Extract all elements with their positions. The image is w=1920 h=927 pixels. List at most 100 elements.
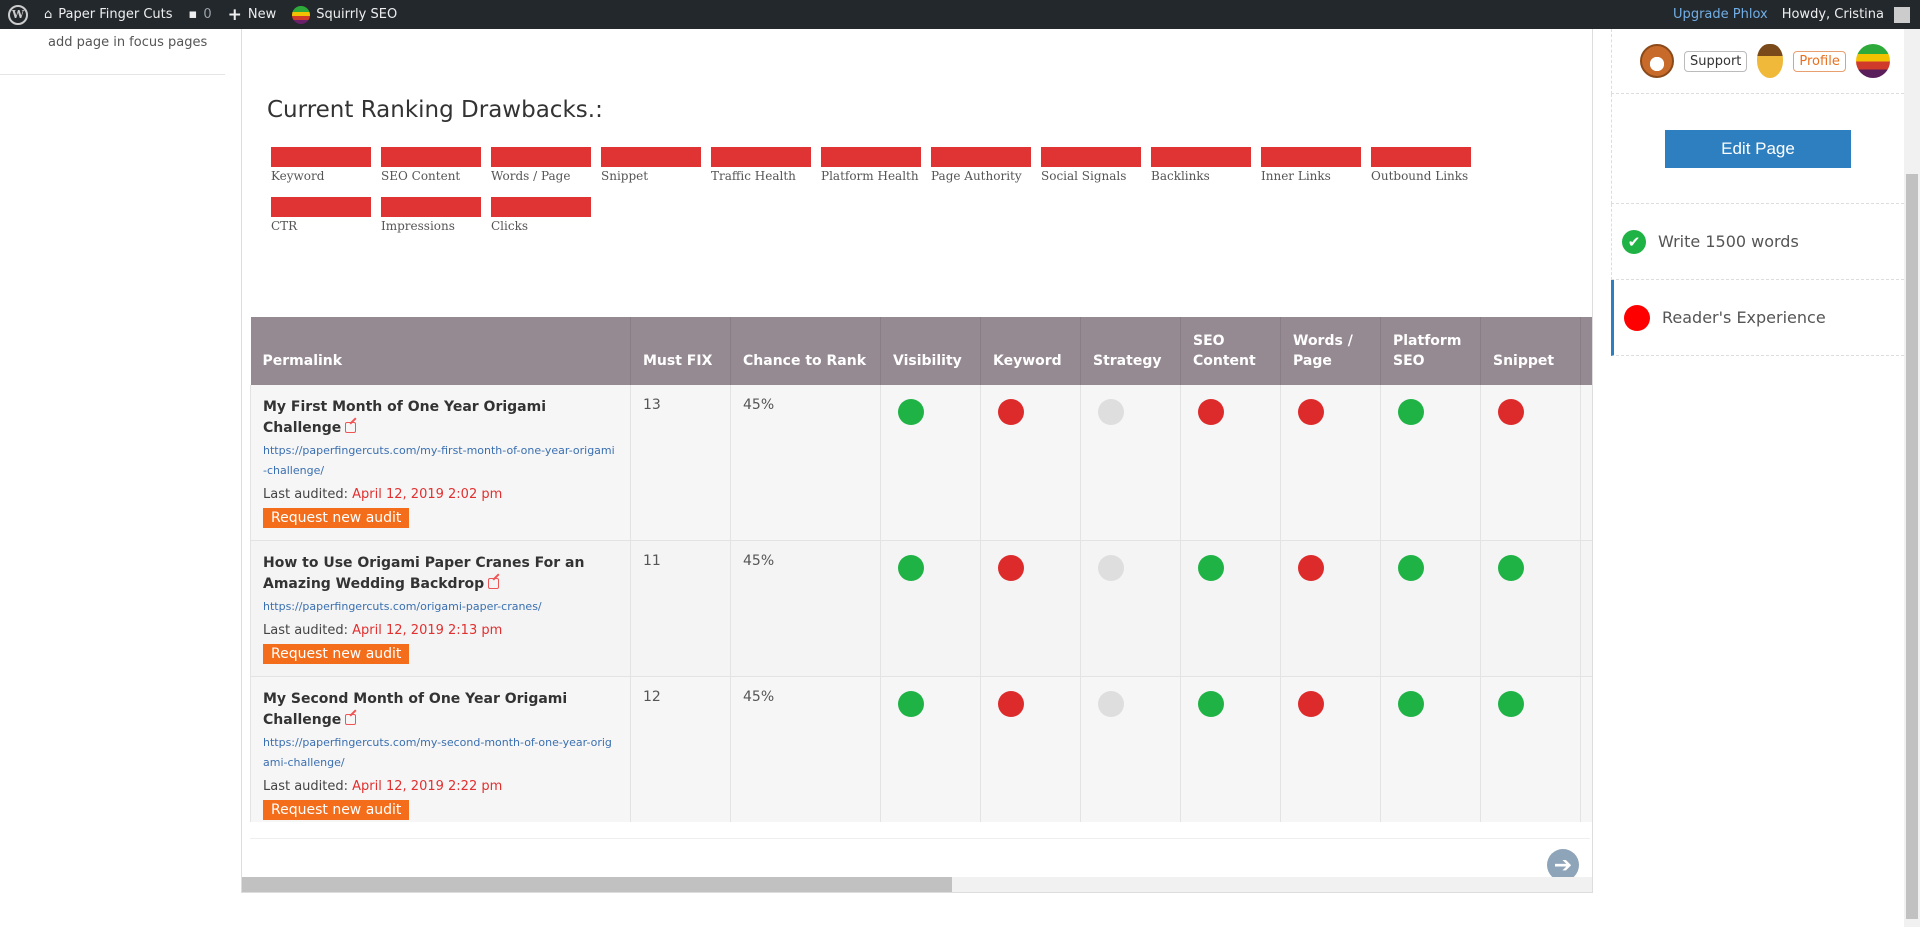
squirrly-mascot-icon [1640, 44, 1674, 78]
must-fix-cell: 12 [630, 676, 731, 822]
status-dot-icon[interactable] [1398, 399, 1424, 425]
divider [0, 74, 225, 75]
drawback-item: Backlinks [1151, 147, 1261, 197]
page-scrollbar[interactable] [1904, 29, 1920, 927]
status-dot-icon[interactable] [1298, 555, 1324, 581]
status-dot-icon[interactable] [1498, 555, 1524, 581]
col-words-page: Words / Page [1280, 317, 1381, 385]
permalink-cell: My Second Month of One Year Origami Chal… [250, 676, 631, 822]
status-cell [1280, 385, 1381, 541]
request-audit-button[interactable]: Request new audit [263, 800, 410, 820]
horizontal-scrollbar[interactable] [242, 877, 1592, 892]
horizontal-scroll-thumb[interactable] [242, 877, 952, 892]
status-cell [980, 385, 1081, 541]
support-button[interactable]: Support [1684, 50, 1748, 72]
squirrly-seo-menu[interactable]: Squirrly SEO [284, 0, 405, 29]
drawback-bar [601, 147, 701, 167]
drawback-item: Traffic Health [711, 147, 821, 197]
wordpress-icon: W [8, 4, 28, 25]
admin-bar: W ⌂ Paper Finger Cuts ▪ 0 + New Squirrly… [0, 0, 1920, 29]
status-cell [880, 385, 981, 541]
task-label: Reader's Experience [1662, 308, 1826, 327]
permalink-cell: How to Use Origami Paper Cranes For an A… [250, 540, 631, 677]
site-name-menu[interactable]: ⌂ Paper Finger Cuts [36, 0, 181, 29]
user-avatar[interactable] [1894, 6, 1910, 23]
left-sidebar: add page in focus pages [0, 29, 225, 927]
permalink-link[interactable]: https://paperfingercuts.com/origami-pape… [263, 597, 618, 617]
post-title[interactable]: My First Month of One Year Origami Chall… [263, 397, 618, 439]
status-dot-icon[interactable] [1298, 399, 1324, 425]
status-dot-icon[interactable] [1198, 691, 1224, 717]
drawback-label: Inner Links [1261, 169, 1331, 183]
drawback-item: Words / Page [491, 147, 601, 197]
status-dot-icon[interactable] [1498, 399, 1524, 425]
status-dot-icon[interactable] [1498, 691, 1524, 717]
check-icon: ✔ [1622, 229, 1646, 254]
status-dot-icon[interactable] [998, 555, 1024, 581]
drawback-bar [1041, 147, 1141, 167]
request-audit-button[interactable]: Request new audit [263, 644, 410, 664]
profile-button[interactable]: Profile [1793, 50, 1846, 72]
table-row: My Second Month of One Year Origami Chal… [250, 676, 1592, 822]
audit-date: April 12, 2019 2:13 pm [352, 623, 503, 638]
post-title-text: My Second Month of One Year Origami Chal… [263, 691, 568, 728]
edit-page-button[interactable]: Edit Page [1665, 129, 1851, 168]
must-fix-cell: 13 [630, 385, 731, 541]
status-cell [1180, 385, 1281, 541]
edit-page-section: Edit Page [1611, 94, 1904, 204]
status-dot-icon[interactable] [1198, 555, 1224, 581]
new-content-menu[interactable]: + New [220, 0, 285, 29]
comments-menu[interactable]: ▪ 0 [181, 0, 220, 29]
status-dot-icon[interactable] [1298, 691, 1324, 717]
add-focus-page-link[interactable]: add page in focus pages [48, 35, 207, 50]
status-dot-icon[interactable] [898, 691, 924, 717]
drawback-label: Words / Page [491, 169, 571, 183]
overflow-cell [1580, 540, 1592, 677]
permalink-link[interactable]: https://paperfingercuts.com/my-first-mon… [263, 441, 618, 481]
status-dot-icon[interactable] [1398, 691, 1424, 717]
drawback-bar [381, 197, 481, 217]
upgrade-phlox-link[interactable]: Upgrade Phlox [1659, 7, 1782, 22]
status-dot-icon[interactable] [898, 399, 924, 425]
wordpress-logo-menu[interactable]: W [0, 0, 36, 29]
permalink-link[interactable]: https://paperfingercuts.com/my-second-mo… [263, 733, 618, 773]
drawback-bar [1151, 147, 1251, 167]
drawback-label: Platform Health [821, 169, 919, 183]
focus-pages-table-wrapper[interactable]: Permalink Must FIX Chance to Rank Visibi… [250, 317, 1592, 822]
drawback-bar [271, 147, 371, 167]
table-header-row: Permalink Must FIX Chance to Rank Visibi… [250, 317, 1592, 385]
status-cell [1080, 540, 1181, 677]
post-title[interactable]: How to Use Origami Paper Cranes For an A… [263, 553, 618, 595]
howdy-user-menu[interactable]: Howdy, Cristina [1782, 7, 1888, 22]
status-dot-icon[interactable] [1098, 691, 1124, 717]
task-readers-experience[interactable]: Reader's Experience [1611, 280, 1904, 356]
status-cell [1180, 540, 1281, 677]
status-dot-icon[interactable] [898, 555, 924, 581]
status-cell [1380, 540, 1481, 677]
edit-icon[interactable] [345, 422, 357, 433]
page-scroll-thumb[interactable] [1906, 174, 1918, 919]
task-write-words[interactable]: ✔ Write 1500 words [1611, 204, 1904, 280]
status-dot-icon[interactable] [1098, 555, 1124, 581]
drawback-label: CTR [271, 219, 298, 233]
status-cell [1280, 676, 1381, 822]
drawback-bar [271, 197, 371, 217]
status-dot-icon[interactable] [1098, 399, 1124, 425]
edit-icon[interactable] [345, 714, 357, 725]
must-fix-cell: 11 [630, 540, 731, 677]
edit-icon[interactable] [488, 578, 500, 589]
col-visibility: Visibility [880, 317, 981, 385]
plugin-name: Squirrly SEO [316, 7, 398, 22]
drawback-label: Impressions [381, 219, 455, 233]
new-label: New [247, 7, 277, 22]
status-dot-icon[interactable] [998, 399, 1024, 425]
status-dot-icon[interactable] [1398, 555, 1424, 581]
request-audit-button[interactable]: Request new audit [263, 508, 410, 528]
status-dot-icon[interactable] [1198, 399, 1224, 425]
audit-date: April 12, 2019 2:22 pm [352, 779, 503, 794]
squirrly-sidebar: Support Profile Edit Page ✔ Write 1500 w… [1611, 29, 1904, 359]
drawback-item: Impressions [381, 197, 491, 247]
status-dot-icon[interactable] [998, 691, 1024, 717]
post-title[interactable]: My Second Month of One Year Origami Chal… [263, 689, 618, 731]
status-cell [880, 676, 981, 822]
